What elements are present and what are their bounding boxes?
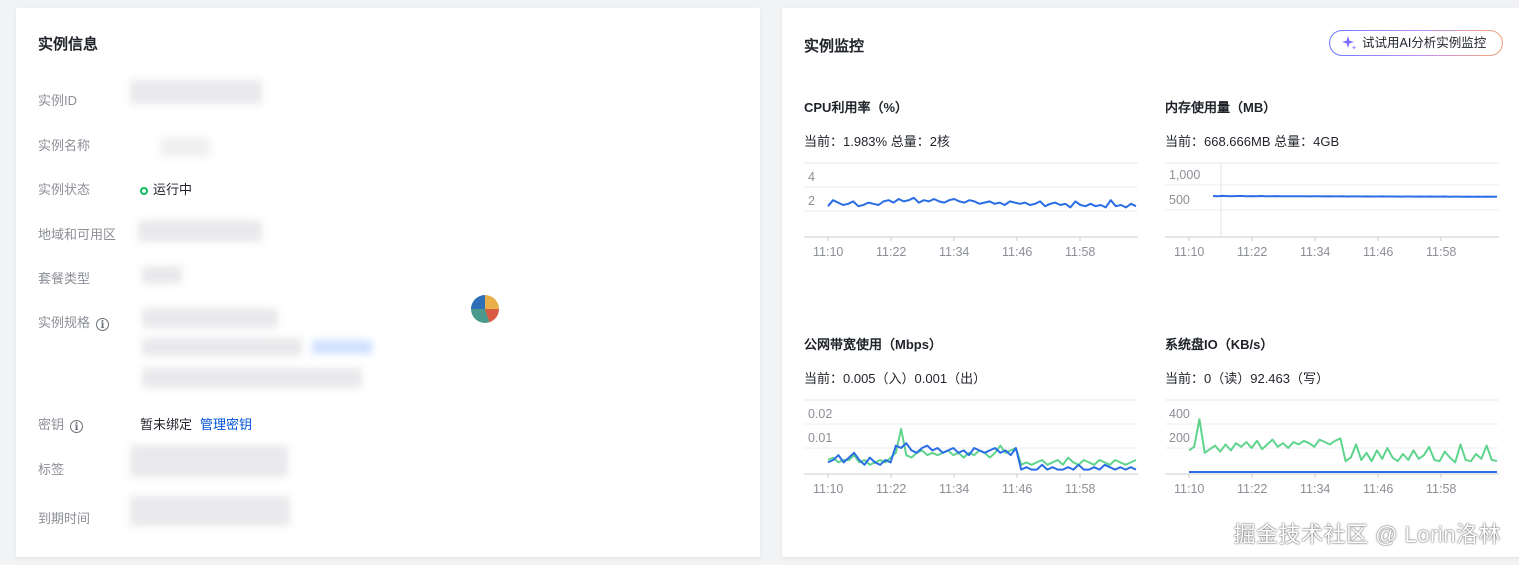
x-tick-label: 11:46 <box>1363 245 1393 259</box>
memory-chart-subtitle: 当前：668.666MB 总量：4GB <box>1165 134 1340 149</box>
x-tick-label: 11:22 <box>1237 482 1267 496</box>
redacted-region <box>138 220 262 242</box>
x-tick-label: 11:46 <box>1002 482 1032 496</box>
memory-chart-plot: 500 1,000 11:10 11:22 11:34 11:46 11:58 <box>1165 162 1499 259</box>
x-tick-label: 11:46 <box>1363 482 1393 496</box>
tags-label: 标签 <box>38 462 65 477</box>
redacted-tags <box>130 445 288 477</box>
y-tick-label: 400 <box>1169 407 1190 421</box>
y-tick-label: 0.02 <box>808 407 832 421</box>
ai-button-label: 试试用AI分析实例监控 <box>1362 36 1487 50</box>
series-line <box>827 442 1137 471</box>
key-label-text: 密钥 <box>38 417 65 432</box>
series-line <box>827 196 1137 209</box>
x-tick-label: 11:58 <box>1426 245 1456 259</box>
x-tick-label: 11:10 <box>813 245 843 259</box>
bandwidth-chart-title: 公网带宽使用（Mbps） <box>804 337 942 352</box>
instance-info-card: 实例信息 实例ID 实例名称 实例状态 运行中 地域和可用区 套餐类型 实例规格… <box>16 8 760 557</box>
bandwidth-chart: 公网带宽使用（Mbps） 当前：0.005（入）0.001（出） 0.01 0.0… <box>804 334 1144 534</box>
x-tick-label: 11:10 <box>813 482 843 496</box>
x-tick-label: 11:58 <box>1426 482 1456 496</box>
redacted-spec-line1 <box>142 308 278 328</box>
x-tick-label: 11:46 <box>1002 245 1032 259</box>
redacted-package <box>142 266 182 284</box>
x-tick-label: 11:22 <box>876 245 906 259</box>
cpu-chart-plot: 2 4 11:10 11:22 11:34 11:46 11:58 <box>804 162 1138 259</box>
instance-status-value: 运行中 <box>140 179 192 198</box>
ai-analyze-button[interactable]: 试试用AI分析实例监控 <box>1329 30 1503 56</box>
y-tick-label: 0.01 <box>808 431 832 445</box>
series-line <box>1188 418 1498 464</box>
disk-io-chart-plot: 200 400 11:10 11:22 11:34 11:46 11:58 <box>1165 399 1499 496</box>
region-label: 地域和可用区 <box>38 227 117 242</box>
x-tick-label: 11:34 <box>939 245 969 259</box>
memory-chart-title: 内存使用量（MB） <box>1165 100 1277 115</box>
instance-monitor-card: 实例监控 试试用AI分析实例监控 CPU利用率（%） 当前：1.983% 总量：… <box>782 8 1519 557</box>
x-tick-label: 11:10 <box>1174 482 1204 496</box>
series-line <box>827 427 1137 466</box>
disk-io-chart-title: 系统盘IO（KB/s） <box>1165 337 1274 352</box>
sparkle-icon <box>1342 36 1357 50</box>
key-label: 密钥 i <box>38 414 84 433</box>
cpu-chart-title: CPU利用率（%） <box>804 100 909 115</box>
key-status-text: 暂未绑定 <box>140 417 193 432</box>
y-tick-label: 500 <box>1169 193 1190 207</box>
redacted-instance-id <box>130 80 262 104</box>
y-tick-label: 2 <box>808 194 815 208</box>
info-icon[interactable]: i <box>70 420 84 433</box>
manage-key-link[interactable]: 管理密钥 <box>200 417 252 432</box>
instance-name-label: 实例名称 <box>38 138 91 153</box>
y-tick-label: 200 <box>1169 431 1190 445</box>
instance-status-label: 实例状态 <box>38 182 91 197</box>
disk-io-chart: 系统盘IO（KB/s） 当前：0（读）92.463（写） 200 400 11:10… <box>1165 334 1505 534</box>
spec-label-text: 实例规格 <box>38 315 91 330</box>
series-line <box>1212 194 1498 198</box>
y-tick-label: 4 <box>808 170 815 184</box>
x-tick-label: 11:22 <box>876 482 906 496</box>
expire-label: 到期时间 <box>38 511 91 526</box>
package-label: 套餐类型 <box>38 271 91 286</box>
memory-chart: 内存使用量（MB） 当前：668.666MB 总量：4GB 500 1,000 11… <box>1165 97 1505 297</box>
redacted-spec-line2 <box>142 338 302 356</box>
y-tick-label: 1,000 <box>1169 168 1200 182</box>
instance-info-title: 实例信息 <box>38 36 99 53</box>
x-tick-label: 11:58 <box>1065 482 1095 496</box>
redacted-spec-link <box>312 340 372 354</box>
instance-id-label: 实例ID <box>38 93 78 108</box>
bandwidth-chart-subtitle: 当前：0.005（入）0.001（出） <box>804 371 987 386</box>
bandwidth-chart-plot: 0.01 0.02 11:10 11:22 11:34 11:46 11:58 <box>804 399 1138 496</box>
cpu-chart-subtitle: 当前：1.983% 总量：2核 <box>804 134 950 149</box>
x-tick-label: 11:22 <box>1237 245 1267 259</box>
info-icon[interactable]: i <box>96 318 110 331</box>
redacted-spec-line3 <box>142 368 362 388</box>
status-running-icon <box>140 187 148 195</box>
instance-monitor-title: 实例监控 <box>804 38 865 55</box>
x-tick-label: 11:34 <box>1300 245 1330 259</box>
status-text: 运行中 <box>153 182 193 197</box>
redacted-instance-name <box>160 137 210 157</box>
x-tick-label: 11:34 <box>939 482 969 496</box>
x-tick-label: 11:34 <box>1300 482 1330 496</box>
x-tick-label: 11:58 <box>1065 245 1095 259</box>
disk-io-chart-subtitle: 当前：0（读）92.463（写） <box>1165 371 1329 386</box>
watermark: 掘金技术社区 @ Lorin洛林 <box>1233 522 1501 547</box>
redacted-expire-time <box>130 496 290 526</box>
x-tick-label: 11:10 <box>1174 245 1204 259</box>
cpu-chart: CPU利用率（%） 当前：1.983% 总量：2核 2 4 11:10 11:22 11… <box>804 97 1144 297</box>
key-value: 暂未绑定 管理密钥 <box>140 414 252 433</box>
spec-label: 实例规格 i <box>38 312 110 331</box>
emoji-sticker-icon <box>471 295 499 323</box>
